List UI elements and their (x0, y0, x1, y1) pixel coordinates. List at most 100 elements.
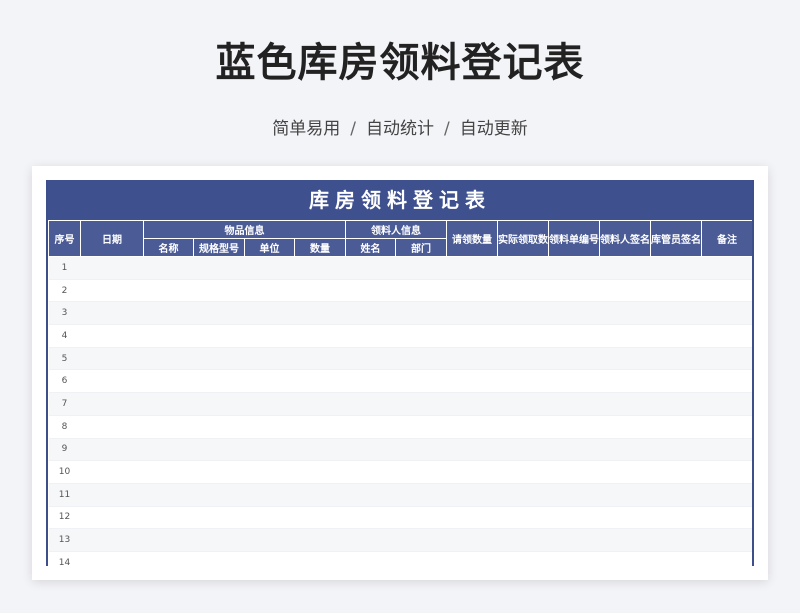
table-cell[interactable] (497, 438, 549, 462)
table-cell[interactable] (548, 301, 600, 326)
table-cell[interactable] (650, 415, 702, 439)
table-cell[interactable] (143, 392, 194, 416)
table-cell[interactable] (497, 392, 549, 416)
table-cell[interactable] (650, 347, 702, 371)
table-cell[interactable] (497, 506, 549, 530)
table-cell[interactable] (80, 347, 144, 371)
table-cell[interactable] (244, 279, 295, 303)
table-cell[interactable] (193, 483, 245, 507)
table-cell[interactable] (244, 324, 295, 348)
table-cell[interactable] (701, 347, 752, 371)
table-cell[interactable] (650, 392, 702, 416)
table-cell[interactable] (701, 415, 752, 439)
table-cell[interactable] (395, 256, 447, 280)
table-cell[interactable] (650, 438, 702, 462)
table-cell[interactable] (80, 256, 144, 280)
table-cell[interactable] (345, 483, 396, 507)
table-cell[interactable] (650, 460, 702, 484)
table-cell[interactable] (599, 301, 651, 326)
table-cell[interactable] (395, 301, 447, 326)
table-cell[interactable] (294, 438, 346, 462)
table-cell[interactable] (497, 324, 549, 348)
table-cell[interactable] (193, 347, 245, 371)
table-cell[interactable] (80, 392, 144, 416)
row-seq-cell[interactable]: 5 (48, 347, 81, 371)
table-cell[interactable] (599, 279, 651, 303)
table-cell[interactable] (701, 438, 752, 462)
table-cell[interactable] (80, 324, 144, 348)
table-cell[interactable] (345, 528, 396, 552)
table-cell[interactable] (193, 551, 245, 566)
table-cell[interactable] (80, 506, 144, 530)
table-cell[interactable] (80, 301, 144, 326)
table-cell[interactable] (395, 460, 447, 484)
table-cell[interactable] (446, 301, 498, 326)
table-cell[interactable] (701, 506, 752, 530)
table-cell[interactable] (701, 256, 752, 280)
table-cell[interactable] (395, 369, 447, 394)
row-seq-cell[interactable]: 10 (48, 460, 81, 484)
table-cell[interactable] (294, 324, 346, 348)
table-cell[interactable] (244, 392, 295, 416)
table-cell[interactable] (294, 301, 346, 326)
table-cell[interactable] (143, 256, 194, 280)
table-cell[interactable] (193, 528, 245, 552)
table-cell[interactable] (80, 415, 144, 439)
row-seq-cell[interactable]: 7 (48, 392, 81, 416)
table-cell[interactable] (599, 551, 651, 566)
table-cell[interactable] (599, 506, 651, 530)
table-cell[interactable] (599, 483, 651, 507)
table-cell[interactable] (548, 551, 600, 566)
table-cell[interactable] (143, 438, 194, 462)
table-cell[interactable] (294, 256, 346, 280)
table-cell[interactable] (446, 528, 498, 552)
table-cell[interactable] (446, 347, 498, 371)
table-cell[interactable] (395, 347, 447, 371)
table-cell[interactable] (143, 324, 194, 348)
table-cell[interactable] (650, 301, 702, 326)
table-cell[interactable] (497, 483, 549, 507)
table-cell[interactable] (345, 392, 396, 416)
table-cell[interactable] (345, 347, 396, 371)
table-cell[interactable] (244, 506, 295, 530)
table-cell[interactable] (650, 506, 702, 530)
table-cell[interactable] (548, 415, 600, 439)
table-cell[interactable] (294, 369, 346, 394)
table-cell[interactable] (294, 483, 346, 507)
table-cell[interactable] (650, 483, 702, 507)
table-cell[interactable] (244, 551, 295, 566)
table-cell[interactable] (345, 506, 396, 530)
table-cell[interactable] (294, 551, 346, 566)
table-cell[interactable] (446, 415, 498, 439)
table-cell[interactable] (143, 483, 194, 507)
table-cell[interactable] (143, 279, 194, 303)
table-cell[interactable] (599, 347, 651, 371)
table-cell[interactable] (395, 506, 447, 530)
table-cell[interactable] (193, 506, 245, 530)
table-cell[interactable] (193, 438, 245, 462)
table-cell[interactable] (650, 528, 702, 552)
table-cell[interactable] (345, 256, 396, 280)
table-cell[interactable] (650, 369, 702, 394)
table-cell[interactable] (548, 324, 600, 348)
table-cell[interactable] (701, 301, 752, 326)
table-cell[interactable] (548, 528, 600, 552)
table-cell[interactable] (497, 369, 549, 394)
table-cell[interactable] (599, 392, 651, 416)
table-cell[interactable] (80, 279, 144, 303)
table-cell[interactable] (294, 392, 346, 416)
table-cell[interactable] (345, 415, 396, 439)
table-cell[interactable] (446, 324, 498, 348)
table-cell[interactable] (244, 438, 295, 462)
table-cell[interactable] (345, 460, 396, 484)
row-seq-cell[interactable]: 13 (48, 528, 81, 552)
table-cell[interactable] (193, 324, 245, 348)
table-cell[interactable] (143, 301, 194, 326)
row-seq-cell[interactable]: 12 (48, 506, 81, 530)
table-cell[interactable] (244, 369, 295, 394)
table-cell[interactable] (80, 369, 144, 394)
table-cell[interactable] (395, 483, 447, 507)
table-cell[interactable] (650, 256, 702, 280)
table-cell[interactable] (548, 460, 600, 484)
row-seq-cell[interactable]: 8 (48, 415, 81, 439)
